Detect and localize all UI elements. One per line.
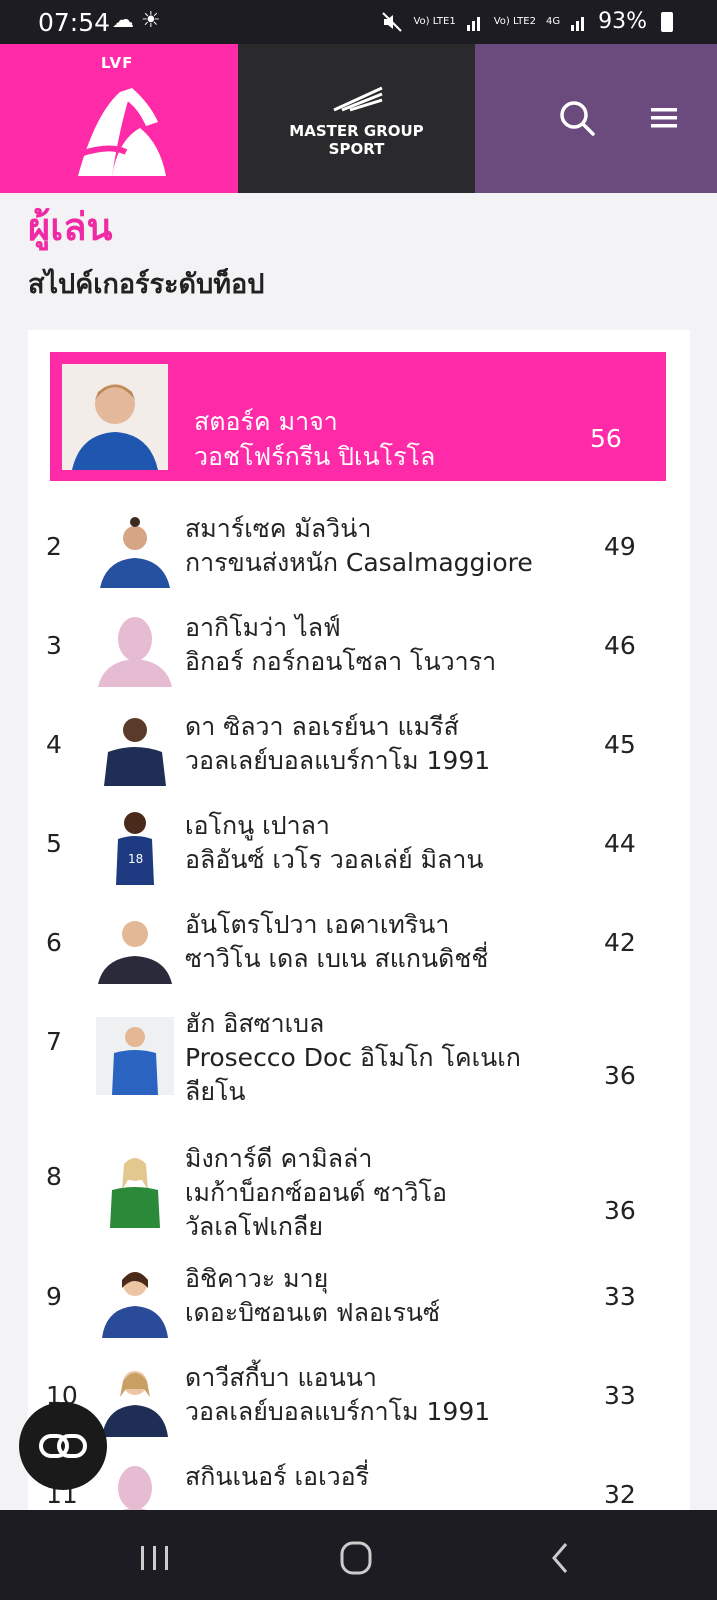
player-photo-icon bbox=[100, 517, 170, 588]
player-name: ฮัก อิสซาเบล bbox=[185, 1009, 325, 1038]
hamburger-menu-icon bbox=[651, 108, 677, 128]
search-icon bbox=[560, 101, 595, 136]
rank: 6 bbox=[46, 928, 62, 957]
player-value: 36 bbox=[604, 1061, 636, 1090]
status-bar: 07:54 ☁ ☀ Vo) LTE1 Vo) LTE2 4G 93% bbox=[0, 0, 717, 44]
player-value: 49 bbox=[604, 532, 636, 561]
player-name-team: สกินเนอร์ เอเวอรี่ bbox=[185, 1460, 535, 1494]
status-time: 07:54 bbox=[38, 8, 111, 37]
battery-icon bbox=[661, 11, 673, 32]
player-name-team: อันโตรโปวา เอคาเทรินา ซาวิโน เดล เบเน สแ… bbox=[185, 908, 535, 976]
signal-icon bbox=[466, 16, 480, 31]
player-name: เอโกนู เปาลา bbox=[185, 811, 330, 840]
battery-percent: 93% bbox=[598, 9, 647, 34]
sponsor-stripes-icon bbox=[333, 86, 383, 112]
player-value: 44 bbox=[604, 829, 636, 858]
menu-button[interactable] bbox=[643, 96, 687, 140]
player-value: 32 bbox=[604, 1480, 636, 1509]
placeholder-avatar-icon bbox=[98, 617, 172, 687]
player-team: การขนส่งหนัก Casalmaggiore bbox=[185, 548, 533, 577]
player-photo-icon bbox=[102, 1272, 168, 1338]
page-title: ผู้เล่น bbox=[28, 205, 113, 249]
rank: 9 bbox=[46, 1282, 62, 1311]
player-team: อลิอันซ์ เวโร วอลเล่ย์ มิลาน bbox=[185, 845, 484, 874]
player-value: 42 bbox=[604, 928, 636, 957]
page-subtitle: สไปค์เกอร์ระดับท็อป bbox=[28, 269, 265, 300]
system-nav-bar bbox=[0, 1510, 717, 1600]
player-photo-icon bbox=[102, 1371, 168, 1437]
player-name: มิงการ์ดี คามิลล่า bbox=[185, 1144, 373, 1173]
rank: 4 bbox=[46, 730, 62, 759]
site-header: LVF MASTER GROUP SPORT bbox=[0, 44, 717, 193]
rank: 8 bbox=[46, 1162, 62, 1191]
player-name-team: ดา ซิลวา ลอเรย์นา แมรีส์ วอลเลย์บอลแบร์ก… bbox=[185, 710, 535, 778]
weather-icons: ☁ ☀ bbox=[112, 8, 161, 33]
player-name: สมาร์เซค มัลวิน่า bbox=[185, 514, 372, 543]
player-photo-icon bbox=[96, 1017, 174, 1095]
sponsor-line-1: MASTER GROUP bbox=[289, 122, 424, 140]
link-icon bbox=[39, 1434, 87, 1458]
player-photo-icon bbox=[62, 364, 168, 470]
rank: 5 bbox=[46, 829, 62, 858]
sponsor-logo[interactable]: MASTER GROUP SPORT bbox=[238, 44, 475, 193]
player-photo-icon bbox=[98, 921, 172, 984]
back-icon[interactable] bbox=[542, 1540, 582, 1576]
player-photo-icon: 18 bbox=[116, 812, 154, 885]
player-name: ดา ซิลวา ลอเรย์นา แมรีส์ bbox=[185, 712, 459, 741]
lte2-label: Vo) LTE2 bbox=[493, 15, 536, 27]
recent-apps-icon[interactable] bbox=[135, 1540, 175, 1576]
player-name: อันโตรโปวา เอคาเทรินา bbox=[185, 910, 450, 939]
search-button[interactable] bbox=[555, 96, 599, 140]
signal-icon-2 bbox=[571, 16, 585, 31]
player-team: อิกอร์ กอร์กอนโซลา โนวารา bbox=[185, 647, 497, 676]
player-value: 46 bbox=[604, 631, 636, 660]
player-name-team: อิชิคาวะ มายุ เดอะบิซอนเต ฟลอเรนซ์ bbox=[185, 1262, 535, 1330]
player-name: ดาวีสกี้บา แอนนา bbox=[185, 1363, 377, 1392]
home-icon[interactable] bbox=[336, 1540, 376, 1576]
player-value: 45 bbox=[604, 730, 636, 759]
leader-value: 56 bbox=[590, 424, 622, 453]
svg-text:18: 18 bbox=[128, 852, 143, 866]
player-name-team: เอโกนู เปาลา อลิอันซ์ เวโร วอลเล่ย์ มิลา… bbox=[185, 809, 535, 877]
player-name-team: ดาวีสกี้บา แอนนา วอลเลย์บอลแบร์กาโม 1991 bbox=[185, 1361, 535, 1429]
floating-link-button[interactable] bbox=[19, 1402, 107, 1490]
player-name-team: มิงการ์ดี คามิลล่า เมก้าบ็อกซ์ออนด์ ซาวิ… bbox=[185, 1142, 535, 1244]
leader-row[interactable]: สตอร์ค มาจา วอชโฟร์กรีน ปิเนโรโล 56 bbox=[50, 352, 666, 481]
player-team: วอลเลย์บอลแบร์กาโม 1991 bbox=[185, 1397, 491, 1426]
player-name-team: ฮัก อิสซาเบล Prosecco Doc อิโมโก โคเนเกล… bbox=[185, 1007, 535, 1109]
network-label: 4G bbox=[545, 15, 561, 27]
player-name: อากิโมว่า ไลฟ์ bbox=[185, 613, 341, 642]
rank: 3 bbox=[46, 631, 62, 660]
player-team: เมก้าบ็อกซ์ออนด์ ซาวิโอ วัลเลโฟเกลีย bbox=[185, 1178, 447, 1241]
status-right: Vo) LTE1 Vo) LTE2 4G 93% bbox=[381, 9, 673, 34]
rank: 2 bbox=[46, 532, 62, 561]
volleyball-logo-icon bbox=[78, 88, 166, 176]
player-value: 36 bbox=[604, 1196, 636, 1225]
player-team: วอลเลย์บอลแบร์กาโม 1991 bbox=[185, 746, 491, 775]
player-value: 33 bbox=[604, 1381, 636, 1410]
lte1-label: Vo) LTE1 bbox=[413, 15, 456, 27]
player-name-team: สมาร์เซค มัลวิน่า การขนส่งหนัก Casalmagg… bbox=[185, 512, 535, 580]
player-team: เดอะบิซอนเต ฟลอเรนซ์ bbox=[185, 1298, 440, 1327]
player-photo-icon bbox=[104, 718, 166, 786]
player-name-team: อากิโมว่า ไลฟ์ อิกอร์ กอร์กอนโซลา โนวารา bbox=[185, 611, 535, 679]
top-spikers-card: สตอร์ค มาจา วอชโฟร์กรีน ปิเนโรโล 56 2 สม… bbox=[28, 330, 690, 1600]
player-name: สกินเนอร์ เอเวอรี่ bbox=[185, 1462, 370, 1491]
mute-icon bbox=[382, 11, 403, 32]
player-team: Prosecco Doc อิโมโก โคเนเกลียโน bbox=[185, 1043, 521, 1106]
lvf-logo[interactable]: LVF bbox=[0, 44, 238, 193]
leader-avatar bbox=[62, 364, 168, 470]
player-team: ซาวิโน เดล เบเน สแกนดิชชี่ bbox=[185, 944, 489, 973]
sponsor-line-2: SPORT bbox=[328, 140, 385, 158]
player-name: อิชิคาวะ มายุ bbox=[185, 1264, 329, 1293]
leader-name: สตอร์ค มาจา bbox=[194, 407, 338, 436]
header-actions bbox=[475, 44, 717, 193]
player-value: 33 bbox=[604, 1282, 636, 1311]
player-photo-icon bbox=[110, 1158, 160, 1228]
rank: 7 bbox=[46, 1027, 62, 1056]
sponsor-name: MASTER GROUP SPORT bbox=[238, 122, 475, 158]
leader-team: วอชโฟร์กรีน ปิเนโรโล bbox=[194, 442, 436, 471]
